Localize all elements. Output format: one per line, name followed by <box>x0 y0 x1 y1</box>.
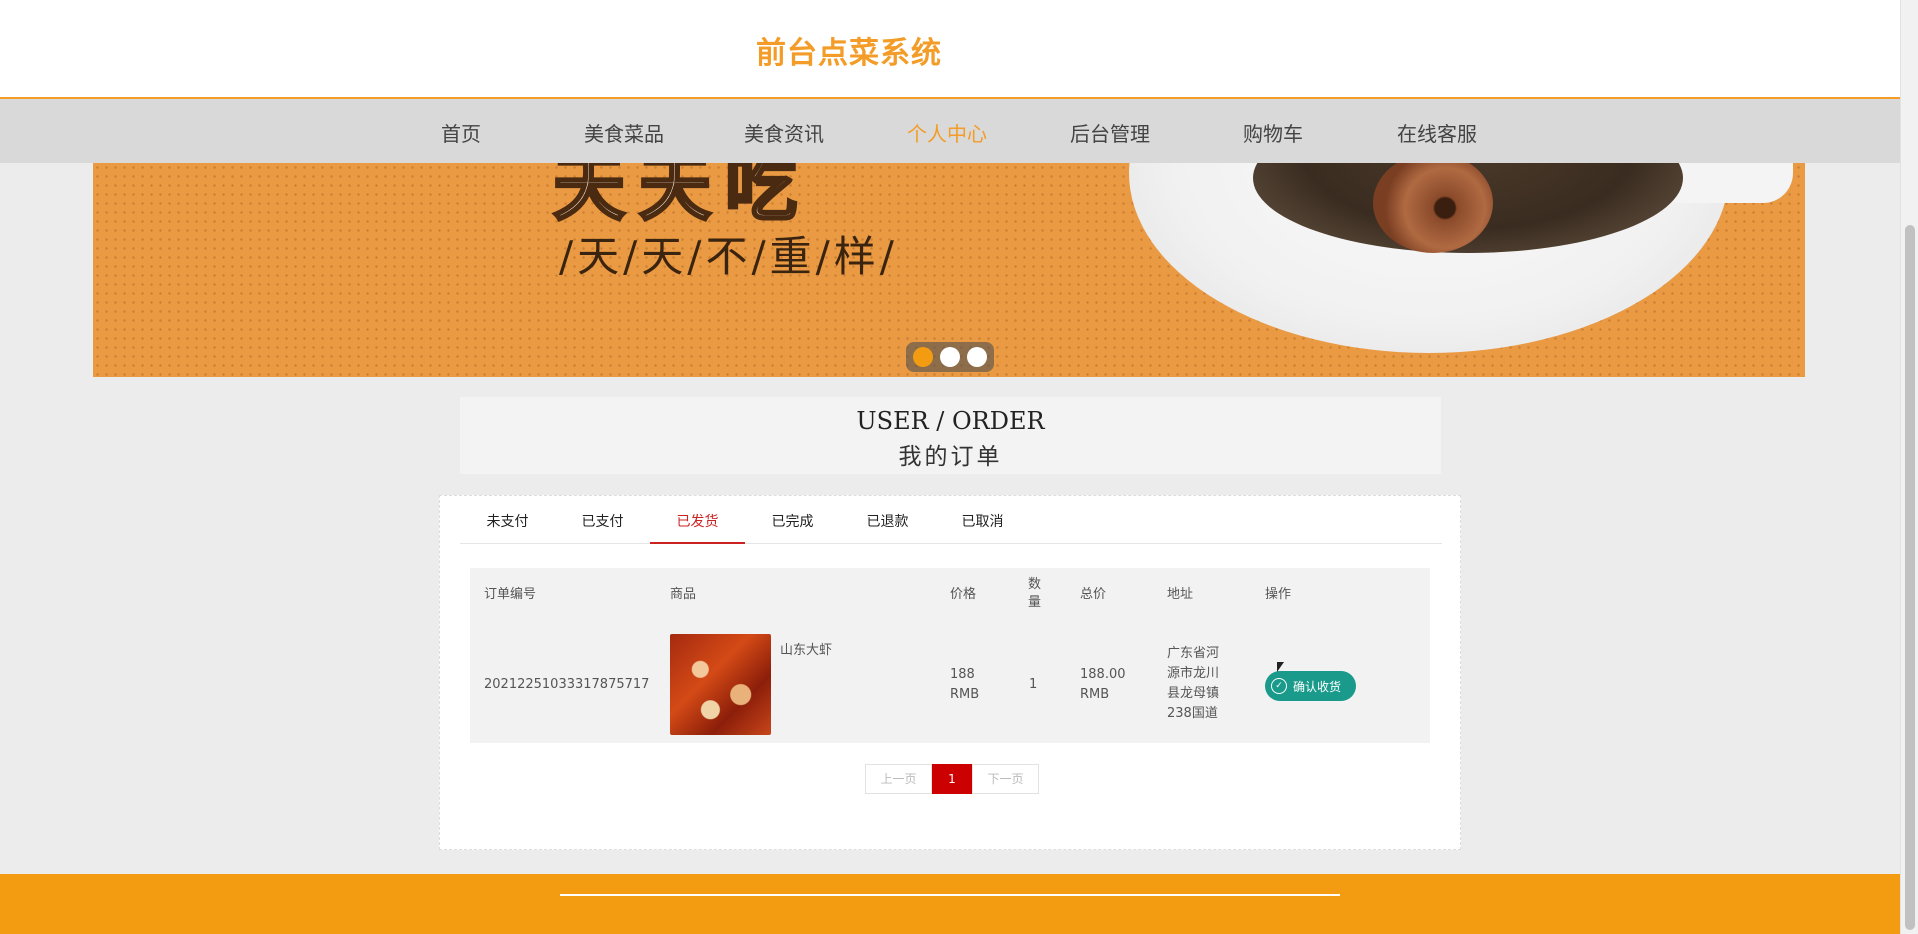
main-nav: 首页 美食菜品 美食资讯 个人中心 后台管理 购物车 在线客服 <box>0 99 1900 163</box>
nav-item-admin[interactable]: 后台管理 <box>1070 118 1150 147</box>
carousel-dot-1[interactable] <box>913 347 934 367</box>
page-scrollbar[interactable] <box>1900 0 1918 934</box>
tab-paid[interactable]: 已支付 <box>555 510 650 544</box>
scrollbar-thumb[interactable] <box>1905 225 1915 930</box>
site-title: 前台点菜系统 <box>756 36 942 71</box>
unit-price: 188 RMB <box>950 667 980 702</box>
nav-item-online-service[interactable]: 在线客服 <box>1397 118 1477 147</box>
order-number: 20212251033317875717 <box>484 677 650 692</box>
mouse-cursor-icon <box>1277 662 1284 672</box>
tab-refunded[interactable]: 已退款 <box>840 510 935 544</box>
header-address: 地址 <box>1167 587 1194 602</box>
nav-item-cart[interactable]: 购物车 <box>1243 118 1303 147</box>
nav-item-home[interactable]: 首页 <box>441 118 481 147</box>
tab-cancelled[interactable]: 已取消 <box>935 510 1030 544</box>
header-total: 总价 <box>1080 587 1107 602</box>
section-title-zh: 我的订单 <box>898 444 1003 470</box>
next-page-button[interactable]: 下一页 <box>972 764 1039 794</box>
header-price: 价格 <box>950 587 977 602</box>
banner-slogan: /天/天/不/重/样/ <box>559 232 898 281</box>
header-qty: 数量 <box>1028 577 1042 610</box>
carousel-dot-3[interactable] <box>966 347 987 367</box>
order-table: 订单编号 商品 价格 数量 总价 地址 操作 20212251033317875… <box>470 568 1430 743</box>
tab-shipped[interactable]: 已发货 <box>650 510 745 544</box>
check-circle-icon: ✓ <box>1271 678 1287 694</box>
section-title-box: USER / ORDER 我的订单 <box>460 397 1441 474</box>
nav-item-personal-center[interactable]: 个人中心 <box>907 118 987 147</box>
delivery-address: 广东省河源市龙川县龙母镇238国道 <box>1167 646 1220 721</box>
footer-divider <box>560 894 1340 896</box>
carousel-dot-2[interactable] <box>939 347 960 367</box>
total-price: 188.00 RMB <box>1080 667 1126 702</box>
nav-item-dishes[interactable]: 美食菜品 <box>584 118 664 147</box>
header-order-no: 订单编号 <box>484 587 537 602</box>
tab-completed[interactable]: 已完成 <box>745 510 840 544</box>
product-thumbnail[interactable] <box>670 634 771 735</box>
prev-page-button[interactable]: 上一页 <box>865 764 932 794</box>
tab-unpaid[interactable]: 未支付 <box>460 510 555 544</box>
quantity: 1 <box>1029 677 1038 692</box>
pagination: 上一页 1 下一页 <box>865 764 1039 794</box>
header-action: 操作 <box>1265 587 1292 602</box>
carousel-indicators <box>906 342 994 372</box>
order-status-tabs: 未支付 已支付 已发货 已完成 已退款 已取消 <box>460 510 1442 544</box>
nav-item-news[interactable]: 美食资讯 <box>744 118 824 147</box>
site-footer <box>0 874 1900 934</box>
confirm-receipt-label: 确认收货 <box>1293 679 1342 694</box>
header-product: 商品 <box>670 587 697 602</box>
page-1-button[interactable]: 1 <box>932 764 972 794</box>
order-panel: 未支付 已支付 已发货 已完成 已退款 已取消 订单编号 商品 价格 数量 总价… <box>439 495 1461 850</box>
confirm-receipt-button[interactable]: ✓ 确认收货 <box>1265 671 1356 701</box>
site-header: 前台点菜系统 <box>0 0 1900 99</box>
section-title-en: USER / ORDER <box>856 407 1045 435</box>
product-name[interactable]: 山东大虾 <box>780 641 832 661</box>
